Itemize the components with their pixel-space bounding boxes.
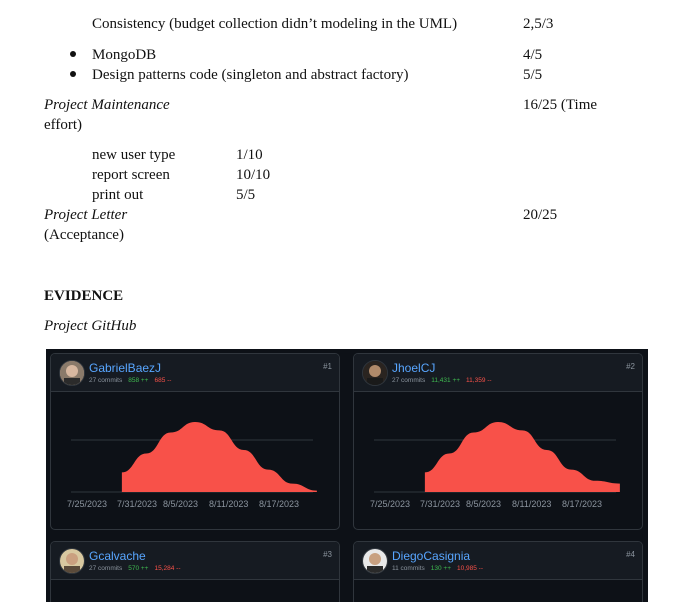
contributor-name[interactable]: GabrielBaezJ — [89, 361, 161, 375]
commit-count[interactable]: 27 commits — [89, 377, 122, 384]
x-tick-label: 7/31/2023 — [117, 499, 157, 509]
letter-score: 20/25 — [523, 207, 558, 223]
contribution-area — [424, 422, 620, 492]
mongodb-item: MongoDB — [92, 47, 157, 63]
x-tick-label: 8/11/2023 — [209, 499, 248, 509]
additions-count: 11,431 ++ — [431, 377, 461, 384]
design-patterns-score: 5/5 — [523, 67, 543, 83]
contributor-stats: 11 commits 130 ++ 10,985 -- — [392, 565, 483, 572]
avatar[interactable] — [362, 360, 388, 386]
consistency-line: Consistency (budget collection didn’t mo… — [92, 16, 458, 32]
x-tick-label: 7/31/2023 — [420, 499, 460, 509]
contributor-stats: 27 commits 11,431 ++ 11,359 -- — [392, 377, 492, 384]
contributor-card-header: Gcalvache 27 commits 570 ++ 15,284 -- #3 — [51, 542, 339, 580]
report-screen-score: 10/10 — [236, 167, 271, 183]
contributor-card-header: JhoelCJ 27 commits 11,431 ++ 11,359 -- #2 — [354, 354, 642, 392]
contributor-name[interactable]: DiegoCasignia — [392, 549, 470, 563]
deletions-count: 15,284 -- — [154, 565, 181, 572]
x-tick-label: 8/5/2023 — [466, 499, 501, 509]
github-heading: Project GitHub — [44, 318, 137, 334]
bullet-dot — [70, 51, 76, 57]
contributions-chart: 7/25/2023 7/31/2023 8/5/2023 8/11/2023 8/17/… — [67, 422, 317, 509]
consistency-score: 2,5/3 — [523, 16, 554, 32]
new-user-type-item: new user type — [92, 147, 176, 163]
contributor-stats: 27 commits 858 ++ 685 -- — [89, 377, 171, 384]
contributor-rank: #4 — [626, 550, 635, 559]
x-tick-label: 8/11/2023 — [512, 499, 551, 509]
x-tick-label: 7/25/2023 — [370, 499, 410, 509]
avatar[interactable] — [59, 360, 85, 386]
deletions-count: 685 -- — [154, 377, 172, 384]
contributor-card-header: DiegoCasignia 11 commits 130 ++ 10,985 -- … — [354, 542, 642, 580]
contribution-area — [121, 422, 317, 492]
evidence-heading: EVIDENCE — [44, 288, 124, 304]
new-user-type-score: 1/10 — [236, 147, 263, 163]
additions-count: 858 ++ — [128, 377, 149, 384]
x-tick-label: 8/5/2023 — [163, 499, 198, 509]
x-tick-label: 7/25/2023 — [67, 499, 107, 509]
contributor-rank: #2 — [626, 362, 635, 371]
contributions-chart: 7/25/2023 7/31/2023 8/5/2023 8/11/2023 8/17/… — [370, 422, 620, 509]
x-tick-label: 8/17/2023 — [562, 499, 602, 509]
design-patterns-item: Design patterns code (singleton and abst… — [92, 67, 409, 83]
contributor-name[interactable]: JhoelCJ — [392, 361, 435, 375]
maintenance-continuation: effort) — [44, 117, 83, 133]
contributor-stats: 27 commits 570 ++ 15,284 -- — [89, 565, 181, 572]
print-out-score: 5/5 — [236, 187, 256, 203]
report-screen-item: report screen — [92, 167, 170, 183]
contributor-rank: #1 — [323, 362, 332, 371]
contributor-card: JhoelCJ 27 commits 11,431 ++ 11,359 -- #2 … — [353, 353, 643, 530]
mongodb-score: 4/5 — [523, 47, 543, 63]
commit-count[interactable]: 27 commits — [392, 377, 425, 384]
print-out-item: print out — [92, 187, 144, 203]
contributor-card-header: GabrielBaezJ 27 commits 858 ++ 685 -- #1 — [51, 354, 339, 392]
contributor-card: GabrielBaezJ 27 commits 858 ++ 685 -- #1 7… — [50, 353, 340, 530]
contributor-rank: #3 — [323, 550, 332, 559]
additions-count: 130 ++ — [430, 565, 451, 572]
deletions-count: 11,359 -- — [466, 377, 492, 384]
commit-count[interactable]: 11 commits — [392, 565, 425, 572]
avatar[interactable] — [362, 548, 388, 574]
maintenance-score: 16/25 (Time — [523, 97, 598, 113]
contributor-card: Gcalvache 27 commits 570 ++ 15,284 -- #3 — [50, 541, 340, 602]
maintenance-heading: Project Maintenance — [44, 97, 170, 113]
additions-count: 570 ++ — [128, 565, 149, 572]
bullet-dot — [70, 71, 76, 77]
contributor-card: DiegoCasignia 11 commits 130 ++ 10,985 -- … — [353, 541, 643, 602]
contributor-name[interactable]: Gcalvache — [89, 549, 146, 563]
x-tick-label: 8/17/2023 — [259, 499, 299, 509]
avatar[interactable] — [59, 548, 85, 574]
letter-continuation: (Acceptance) — [44, 227, 124, 243]
deletions-count: 10,985 -- — [457, 565, 484, 572]
commit-count[interactable]: 27 commits — [89, 565, 122, 572]
letter-heading: Project Letter — [44, 207, 128, 223]
github-contributors-screenshot: GabrielBaezJ 27 commits 858 ++ 685 -- #1 7… — [46, 349, 648, 602]
